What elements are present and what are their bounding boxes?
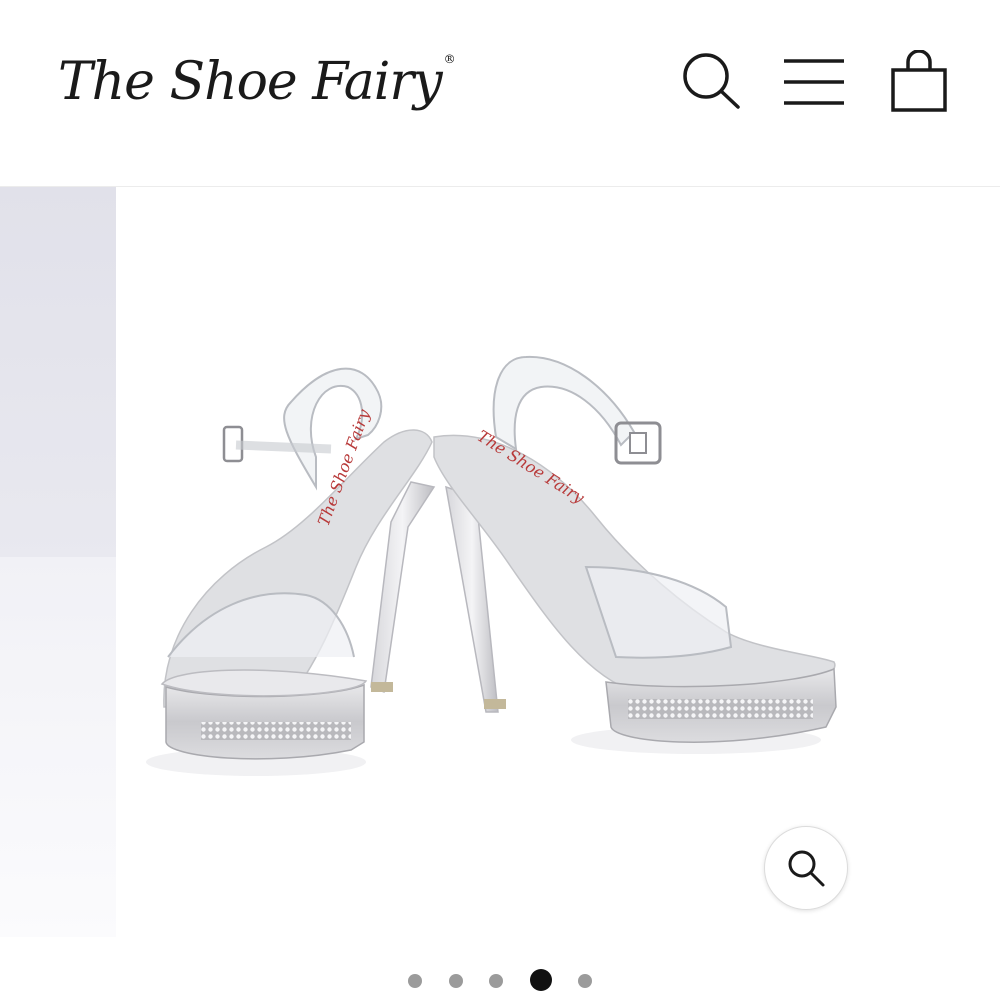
zoom-button[interactable] (764, 826, 848, 910)
menu-button[interactable] (782, 50, 846, 114)
previous-slide-floor (0, 557, 116, 937)
previous-slide-preview[interactable] (0, 187, 116, 937)
site-header: The Shoe Fairy ® (0, 0, 1000, 187)
cart-button[interactable] (888, 49, 952, 114)
logo-text: The Shoe Fairy (58, 52, 443, 112)
registered-mark: ® (443, 52, 456, 66)
slide-dot-2[interactable] (449, 974, 463, 988)
shopping-bag-icon (891, 49, 947, 112)
slide-dot-1[interactable] (408, 974, 422, 988)
search-icon (683, 53, 740, 109)
slide-dot-3[interactable] (489, 974, 503, 988)
magnifier-icon (788, 850, 825, 887)
product-image-clear-platform-sandals: The Shoe Fairy The Shoe Fairy (116, 187, 1000, 937)
slide-dot-5[interactable] (578, 974, 592, 988)
slide-dot-4-active[interactable] (530, 969, 552, 991)
search-button[interactable] (680, 50, 744, 114)
slide-pagination (0, 968, 1000, 992)
site-logo[interactable]: The Shoe Fairy ® (58, 52, 456, 112)
product-image-gallery[interactable]: The Shoe Fairy The Shoe Fairy (0, 187, 1000, 937)
menu-icon (784, 59, 844, 105)
